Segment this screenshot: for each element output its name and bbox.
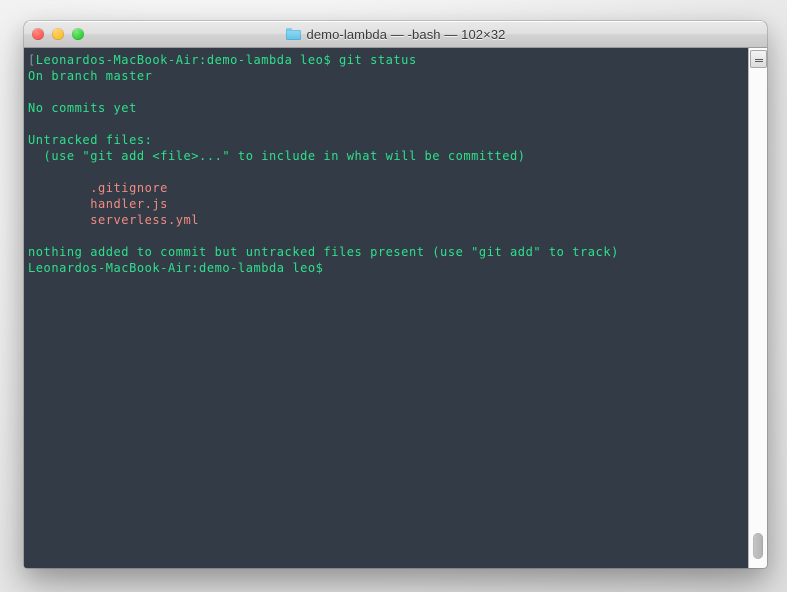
terminal-line-no-commits: No commits yet (26, 100, 748, 116)
title-bar[interactable]: demo-lambda — -bash — 102×32 (24, 21, 767, 48)
scrollbar-thumb[interactable] (753, 533, 763, 559)
terminal-line-text: (use "git add <file>..." to include in w… (28, 149, 526, 163)
terminal-line-text: Leonardos-MacBook-Air:demo-lambda leo$ (28, 261, 324, 275)
close-button[interactable] (32, 28, 44, 40)
terminal-line-text: nothing added to commit but untracked fi… (28, 245, 619, 259)
terminal-line-untracked-hint: (use "git add <file>..." to include in w… (26, 148, 748, 164)
terminal-line-text: No commits yet (28, 101, 137, 115)
terminal-screen[interactable]: [Leonardos-MacBook-Air:demo-lambda leo$ … (24, 48, 748, 568)
terminal-line-text: Untracked files: (28, 133, 153, 147)
terminal-line-text (28, 165, 36, 179)
terminal-body[interactable]: [Leonardos-MacBook-Air:demo-lambda leo$ … (24, 48, 767, 568)
terminal-line-text: handler.js (28, 197, 168, 211)
terminal-line-text (28, 117, 36, 131)
terminal-line-prompt-idle: Leonardos-MacBook-Air:demo-lambda leo$ (26, 260, 748, 276)
terminal-window[interactable]: demo-lambda — -bash — 102×32 [Leonardos-… (24, 21, 767, 568)
terminal-line-file-gitignore: .gitignore (26, 180, 748, 196)
split-pane-icon[interactable] (750, 50, 767, 68)
terminal-line-prompt-command: [Leonardos-MacBook-Air:demo-lambda leo$ … (26, 52, 748, 68)
terminal-line-file-handler: handler.js (26, 196, 748, 212)
terminal-line-text (28, 85, 36, 99)
terminal-line-file-serverless: serverless.yml (26, 212, 748, 228)
terminal-line-text: .gitignore (28, 181, 168, 195)
terminal-line-text: On branch master (28, 69, 153, 83)
folder-icon (285, 28, 301, 40)
terminal-line-text: serverless.yml (28, 213, 200, 227)
prompt-bracket: [ (28, 53, 36, 67)
terminal-line-blank-1 (26, 84, 748, 100)
scrollbar[interactable] (748, 48, 767, 568)
terminal-line-branch: On branch master (26, 68, 748, 84)
window-title-group: demo-lambda — -bash — 102×32 (285, 26, 506, 42)
minimize-button[interactable] (52, 28, 64, 40)
window-controls (32, 21, 84, 47)
terminal-line-text: Leonardos-MacBook-Air:demo-lambda leo$ g… (35, 53, 417, 67)
terminal-line-untracked-heading: Untracked files: (26, 132, 748, 148)
terminal-line-text (28, 229, 36, 243)
terminal-line-blank-3 (26, 164, 748, 180)
terminal-line-blank-4 (26, 228, 748, 244)
zoom-button[interactable] (72, 28, 84, 40)
terminal-line-blank-2 (26, 116, 748, 132)
terminal-line-summary: nothing added to commit but untracked fi… (26, 244, 748, 260)
window-title: demo-lambda — -bash — 102×32 (306, 26, 506, 42)
